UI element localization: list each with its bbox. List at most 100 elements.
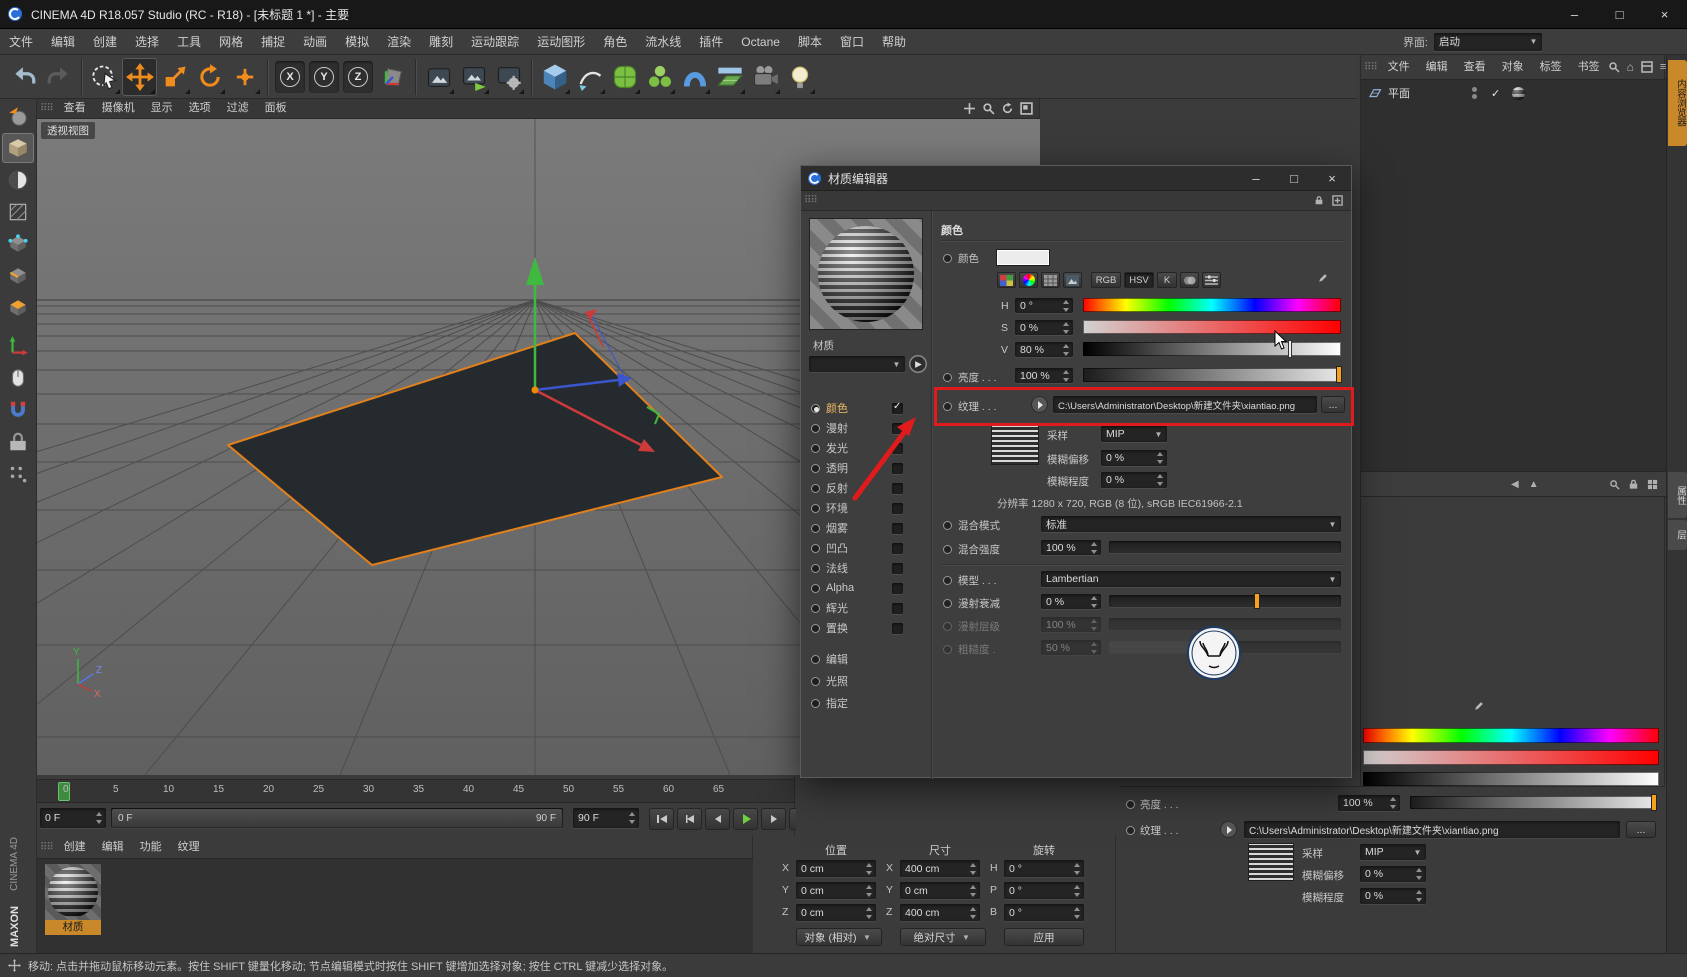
view-label[interactable]: 透视视图 xyxy=(41,122,95,139)
menubar-item-运动图形[interactable]: 运动图形 xyxy=(528,30,594,54)
channel-凹凸[interactable]: 凹凸 xyxy=(801,538,909,558)
object-manager-body[interactable]: 平面 ✓ xyxy=(1361,79,1666,471)
channel-radio[interactable] xyxy=(811,423,820,433)
spline-pen-button[interactable] xyxy=(572,58,607,96)
channel-checkbox[interactable] xyxy=(892,462,903,474)
spinner-icon[interactable] xyxy=(969,862,978,875)
apply-button[interactable]: 应用 xyxy=(1004,928,1084,946)
model-mode-icon[interactable] xyxy=(2,133,34,163)
state-check-icon[interactable]: ✓ xyxy=(1491,87,1500,100)
vertical-tab-层[interactable]: 层 xyxy=(1668,520,1687,550)
am-search-icon[interactable] xyxy=(1609,479,1620,490)
k-tab[interactable]: K xyxy=(1157,272,1177,288)
channel-radio[interactable] xyxy=(811,503,820,513)
channel-发光[interactable]: 发光 xyxy=(801,438,909,458)
dlg-texture-key-icon[interactable] xyxy=(943,402,952,411)
spectrum-picker-icon[interactable] xyxy=(997,272,1016,288)
dialog-newwin-icon[interactable] xyxy=(1332,195,1343,206)
lock-workplane-icon[interactable] xyxy=(2,427,34,457)
menubar-item-雕刻[interactable]: 雕刻 xyxy=(420,30,462,54)
channel-辉光[interactable]: 辉光 xyxy=(801,598,909,618)
light-button[interactable] xyxy=(782,58,817,96)
channel-法线[interactable]: 法线 xyxy=(801,558,909,578)
section-radio[interactable] xyxy=(811,676,820,686)
dialog-maximize-button[interactable] xyxy=(1275,166,1313,191)
falloff-field[interactable]: 0 % xyxy=(1041,594,1101,609)
spinner-icon[interactable] xyxy=(1073,906,1082,919)
viewport-menu-显示[interactable]: 显示 xyxy=(143,98,181,119)
channel-颜色[interactable]: 颜色 xyxy=(801,398,909,418)
next-frame-button[interactable] xyxy=(761,808,786,830)
channel-环境[interactable]: 环境 xyxy=(801,498,909,518)
viewport-menu-摄像机[interactable]: 摄像机 xyxy=(94,98,143,119)
panel-layout-icon[interactable] xyxy=(1641,61,1653,73)
channel-checkbox[interactable] xyxy=(892,622,903,634)
dialog-minimize-button[interactable] xyxy=(1237,166,1275,191)
material-manager-menu-编辑[interactable]: 编辑 xyxy=(94,837,132,858)
falloff-key-icon[interactable] xyxy=(943,599,952,608)
mix-mode-key-icon[interactable] xyxy=(943,521,952,530)
channel-checkbox[interactable] xyxy=(892,582,903,594)
viewport-menu-查看[interactable]: 查看 xyxy=(56,98,94,119)
texture-key-icon[interactable] xyxy=(1126,826,1135,835)
search-icon[interactable] xyxy=(1608,61,1620,73)
mix-strength-field[interactable]: 100 % xyxy=(1041,540,1101,555)
dlg-blur-offset-field[interactable]: 0 % xyxy=(1101,450,1167,466)
coord-field[interactable]: 400 cm xyxy=(900,860,980,877)
spinner-icon[interactable] xyxy=(865,862,874,875)
dlg-brightness-slider[interactable] xyxy=(1083,367,1341,382)
model-key-icon[interactable] xyxy=(943,576,952,585)
dlg-texture-expand-button[interactable] xyxy=(1031,396,1048,413)
window-minimize-button[interactable] xyxy=(1552,0,1597,29)
viewport-solo-icon[interactable] xyxy=(2,363,34,393)
scale-tool[interactable] xyxy=(157,58,192,96)
menubar-item-动画[interactable]: 动画 xyxy=(294,30,336,54)
color-picker-pen-icon[interactable] xyxy=(1473,700,1485,712)
channel-checkbox[interactable] xyxy=(892,482,903,494)
panel-grip[interactable] xyxy=(1361,62,1380,73)
menubar-item-流水线[interactable]: 流水线 xyxy=(636,30,690,54)
points-mode-icon[interactable] xyxy=(2,229,34,259)
primitive-cube-button[interactable] xyxy=(537,58,572,96)
v-gradient-bar[interactable] xyxy=(1083,341,1341,357)
h-field[interactable]: 0 ° xyxy=(1015,298,1073,313)
texture-tag-icon[interactable] xyxy=(1512,86,1526,100)
mix-strength-key-icon[interactable] xyxy=(943,545,952,554)
color-wheel-nav-icon[interactable] xyxy=(909,355,927,373)
camera-button[interactable] xyxy=(747,58,782,96)
menubar-item-文件[interactable]: 文件 xyxy=(0,30,42,54)
object-manager-menu-查看[interactable]: 查看 xyxy=(1456,57,1494,78)
menubar-item-脚本[interactable]: 脚本 xyxy=(789,30,831,54)
menubar-item-帮助[interactable]: 帮助 xyxy=(873,30,915,54)
coord-field[interactable]: 0 cm xyxy=(796,904,876,921)
object-manager-menu-文件[interactable]: 文件 xyxy=(1380,57,1418,78)
channel-radio[interactable] xyxy=(811,523,820,533)
interface-dropdown[interactable]: 启动 xyxy=(1434,32,1542,51)
menubar-item-创建[interactable]: 创建 xyxy=(84,30,126,54)
panel-grip[interactable] xyxy=(801,195,820,206)
coord-field[interactable]: 0 cm xyxy=(796,882,876,899)
dialog-titlebar[interactable]: 材质编辑器 xyxy=(801,166,1351,191)
window-maximize-button[interactable] xyxy=(1597,0,1642,29)
brightness-key-icon[interactable] xyxy=(1126,800,1135,809)
nav-back-icon[interactable]: ◀ xyxy=(1511,479,1519,490)
zoom-view-icon[interactable] xyxy=(980,101,997,117)
value-gradient-bar[interactable] xyxy=(1363,772,1659,786)
channel-radio[interactable] xyxy=(811,563,820,573)
menubar-item-选择[interactable]: 选择 xyxy=(126,30,168,54)
material-manager-menu-创建[interactable]: 创建 xyxy=(56,837,94,858)
viewport-menu-选项[interactable]: 选项 xyxy=(181,98,219,119)
brightness-slider[interactable] xyxy=(1410,795,1656,810)
mix-strength-slider[interactable] xyxy=(1109,541,1341,553)
object-manager-menu-标签[interactable]: 标签 xyxy=(1532,57,1570,78)
hue-gradient-bar[interactable] xyxy=(1363,728,1659,743)
window-close-button[interactable] xyxy=(1642,0,1687,29)
blur-offset-field[interactable]: 0 % xyxy=(1360,866,1426,882)
material-manager-menu-功能[interactable]: 功能 xyxy=(132,837,170,858)
size-mode-dropdown[interactable]: 绝对尺寸 xyxy=(900,928,986,946)
menubar-item-模拟[interactable]: 模拟 xyxy=(336,30,378,54)
menubar-item-捕捉[interactable]: 捕捉 xyxy=(252,30,294,54)
end-frame-field[interactable]: 90 F xyxy=(573,808,639,828)
channel-checkbox[interactable] xyxy=(892,401,903,414)
previous-frame-button[interactable] xyxy=(705,808,730,830)
